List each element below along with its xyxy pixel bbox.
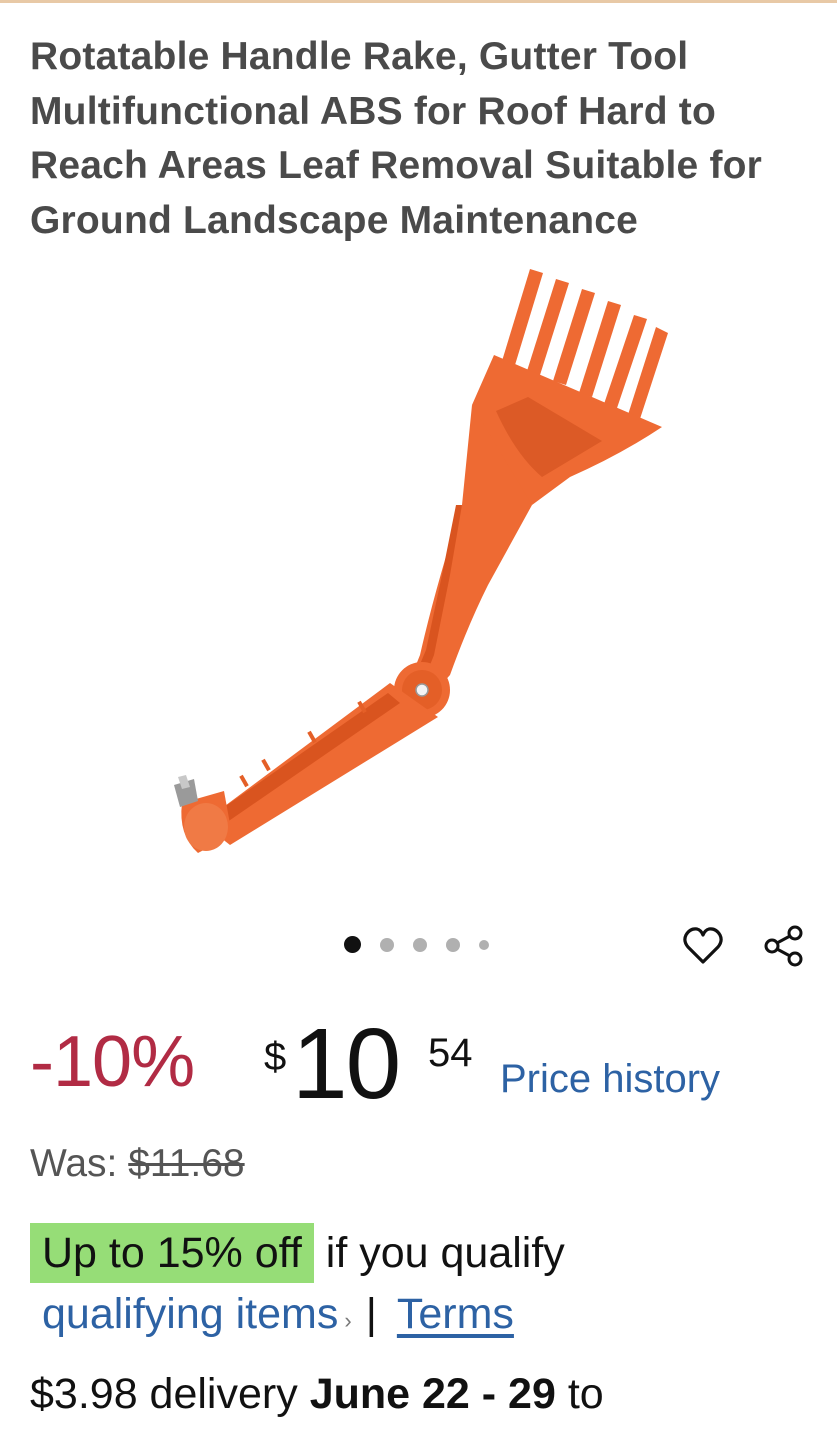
image-carousel-dots[interactable] — [344, 936, 508, 953]
link-separator: | — [365, 1290, 377, 1338]
top-divider — [0, 0, 837, 3]
promo-links: qualifying items › | Terms — [42, 1290, 514, 1339]
was-price-row: Was: $11.68 — [30, 1142, 245, 1186]
price-history-link[interactable]: Price history — [500, 1057, 720, 1102]
carousel-dot[interactable] — [380, 937, 394, 952]
delivery-dates: June 22 - 29 — [309, 1370, 556, 1418]
promo-badge: Up to 15% off — [30, 1223, 314, 1283]
was-label: Was: — [30, 1142, 118, 1185]
price-whole: 10 — [292, 1008, 401, 1120]
terms-link[interactable]: Terms — [397, 1290, 514, 1338]
qualifying-items-link[interactable]: qualifying items — [42, 1290, 338, 1338]
share-icon[interactable] — [760, 922, 808, 970]
heart-icon[interactable] — [679, 922, 727, 970]
promo-row: Up to 15% off if you qualify — [30, 1223, 565, 1283]
carousel-dot[interactable] — [446, 937, 460, 952]
price-fraction: 54 — [428, 1031, 473, 1075]
product-title: Rotatable Handle Rake, Gutter Tool Multi… — [30, 35, 763, 242]
price-currency: $ — [264, 1035, 287, 1079]
was-price: $11.68 — [128, 1142, 245, 1185]
product-image[interactable] — [150, 255, 690, 875]
promo-text: if you qualify — [325, 1229, 565, 1277]
delivery-to: to — [567, 1370, 604, 1418]
chevron-right-icon: › — [344, 1308, 352, 1333]
discount-percent: -10% — [30, 1022, 195, 1102]
carousel-dot[interactable] — [413, 937, 427, 952]
price-row: -10% $ 10 54 Price history — [30, 1005, 830, 1120]
delivery-info: $3.98 delivery June 22 - 29 to — [30, 1370, 604, 1419]
delivery-cost: $3.98 delivery — [30, 1370, 298, 1418]
carousel-dot[interactable] — [479, 939, 489, 950]
carousel-dot-active[interactable] — [344, 936, 361, 953]
